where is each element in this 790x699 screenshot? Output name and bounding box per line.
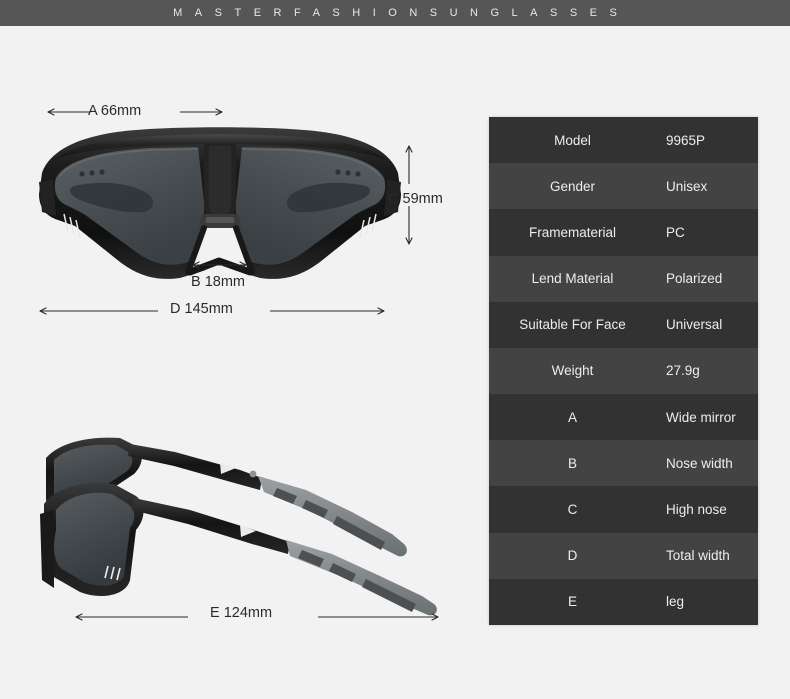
table-row: D Total width [489, 532, 758, 579]
spec-key: C [567, 501, 578, 517]
dimension-arrow-e [75, 613, 439, 621]
product-spec-page: MASTERFASHIONSUNGLASSES A 66mm C 59mm B … [0, 0, 790, 699]
lower-brow-bar [132, 498, 290, 554]
right-vent-dot-2 [345, 170, 351, 176]
right-vent-dot-1 [355, 171, 361, 177]
left-vent-dot-3 [99, 169, 105, 175]
table-row: Eleg [489, 578, 758, 625]
dimension-arrow-b [192, 261, 247, 269]
dimension-label-b: B 18mm [191, 274, 245, 290]
spec-value: Polarized [666, 271, 723, 287]
table-row: B Nose width [489, 440, 758, 487]
dimension-arrow-c [405, 145, 413, 245]
nose-pillar-inner [209, 146, 231, 216]
table-row: Weight 27.9g [489, 347, 758, 395]
table-row: C High nose [489, 486, 758, 533]
spec-key: Weight [551, 363, 594, 379]
table-row: Framematerial PC [489, 209, 758, 256]
spec-key: Gender [549, 178, 596, 194]
table-row: A Wide mirror [489, 394, 758, 441]
spec-value: 27.9g [666, 363, 700, 379]
spec-value: Unisex [666, 178, 708, 194]
spec-key: A [567, 409, 577, 425]
spec-key: Lend Material [531, 271, 614, 287]
spec-value: High nose [666, 501, 727, 517]
nose-bridge-sheen [206, 217, 234, 223]
table-row: Suitable For Face Universal [489, 301, 758, 348]
table-row: Model 9965P [489, 117, 758, 164]
table-row: Lend Material Polarized [489, 255, 758, 302]
upper-hinge-screw [249, 470, 257, 478]
spec-key: E [567, 594, 577, 610]
dimension-arrow-a [47, 108, 223, 116]
right-vent-dot-3 [335, 169, 341, 175]
lower-side-shield [40, 510, 54, 588]
sunglasses-side-illustration [40, 437, 437, 616]
spec-value: leg [666, 594, 685, 610]
dimension-arrow-d [39, 307, 385, 315]
spec-key: D [567, 548, 578, 564]
spec-value: Nose width [666, 455, 733, 471]
spec-key: Model [554, 132, 591, 148]
upper-brow-bar [128, 444, 262, 490]
brand-banner: MASTERFASHIONSUNGLASSES [0, 0, 790, 26]
spec-value: PC [666, 224, 685, 240]
spec-value: Universal [666, 317, 723, 333]
side-view-lower-unit [40, 482, 437, 616]
spec-value: Wide mirror [666, 409, 736, 425]
table-row: Gender Unisex [489, 163, 758, 210]
spec-key: Suitable For Face [519, 317, 626, 333]
spec-key: B [567, 455, 577, 471]
brand-banner-text: MASTERFASHIONSUNGLASSES [173, 7, 630, 19]
sunglasses-side-view-image [40, 430, 460, 620]
left-vent-dot-1 [79, 171, 85, 177]
spec-value: 9965P [666, 132, 706, 148]
spec-value: Total width [666, 548, 730, 564]
left-vent-dot-2 [89, 170, 95, 176]
spec-key: Framematerial [528, 224, 617, 240]
specification-table: Model 9965P Gender Unisex Framematerial PC Len… [489, 117, 758, 625]
